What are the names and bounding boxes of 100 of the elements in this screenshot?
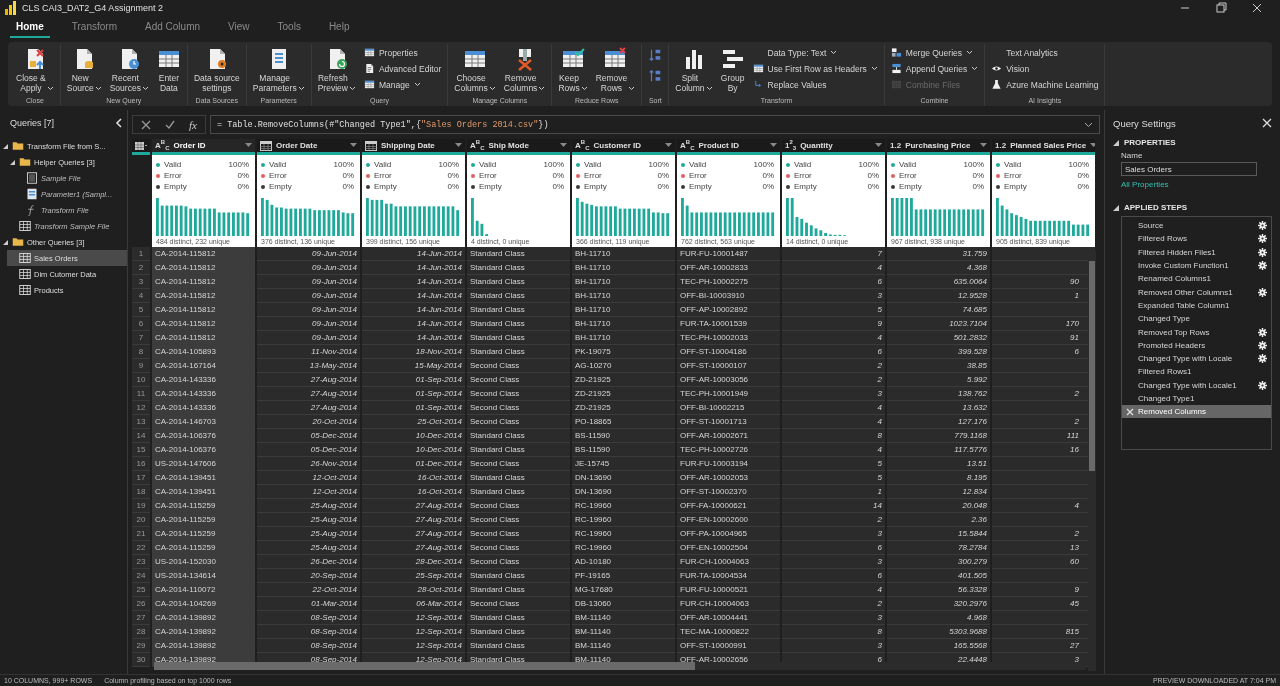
table-cell: 3	[782, 555, 885, 569]
ribbon-button[interactable]: Remove Columns	[500, 46, 549, 94]
table-cell: FUR-CH-10004063	[677, 597, 780, 611]
ribbon-button[interactable]: Azure Machine Learning	[991, 78, 1099, 91]
column-header[interactable]: A$^{B}$$_{C}$ Product ID	[677, 139, 780, 155]
table-icon	[19, 252, 31, 264]
commit-button[interactable]	[165, 119, 175, 130]
ribbon-button[interactable]: Manage Parameters	[249, 46, 308, 94]
table-cell: TEC-MA-10000822	[677, 625, 780, 639]
ribbon-button[interactable]: Data source settings	[190, 46, 243, 94]
table-icon	[19, 284, 31, 296]
table-cell: 138.762	[887, 387, 990, 401]
ribbon-button[interactable]: Data Type: Text	[752, 46, 878, 59]
ribbon-button[interactable]: Text Analytics	[991, 46, 1099, 59]
stat-label: Valid	[269, 160, 288, 169]
ribbon-button[interactable]: Vision	[991, 62, 1099, 75]
column-header[interactable]: 1.2 Planned Sales Price	[992, 139, 1095, 155]
ribbon-button[interactable]: Enter Data	[153, 46, 184, 94]
vertical-scrollbar[interactable]	[1088, 251, 1096, 671]
table-cell: 3	[782, 639, 885, 653]
table-cell: CA-2014-115812	[152, 247, 255, 261]
table-cell: Second Class	[467, 541, 570, 555]
table-cell: 13.51	[887, 457, 990, 471]
ribbon-button[interactable]: Merge Queries	[890, 46, 979, 59]
column-header[interactable]: A$^{B}$$_{C}$ Order ID	[152, 139, 255, 155]
insert-function-button[interactable]: fx	[189, 118, 197, 131]
applied-step[interactable]: Filtered Rows	[1122, 232, 1271, 246]
table-icon	[363, 47, 375, 58]
table-cell: Second Class	[467, 555, 570, 569]
formula-field[interactable]: = Table.RemoveColumns(#"Changed Type1",{"Sales Orders 2014.csv"})	[209, 115, 1100, 134]
collapse-button[interactable]	[115, 118, 123, 128]
folder-icon	[12, 140, 24, 152]
stat-value: 0%	[447, 171, 460, 180]
ribbon-button[interactable]: Manage	[363, 78, 442, 91]
table-cell: 6	[782, 541, 885, 555]
stat-value: 0%	[972, 171, 985, 180]
table-cell: MG-17680	[572, 583, 675, 597]
ribbon-button[interactable]: Refresh Preview	[314, 46, 359, 94]
applied-step[interactable]: Promoted Headers	[1122, 338, 1271, 352]
ribbon-tab[interactable]: Add Column	[139, 18, 207, 38]
applied-step[interactable]: Changed Type	[1122, 312, 1271, 326]
table-icon	[135, 140, 147, 151]
table-cell: Standard Class	[467, 275, 570, 289]
column-header[interactable]: Shipping Date	[362, 139, 465, 155]
ribbon-button[interactable]: Split Column	[672, 46, 716, 94]
table-cell: 4	[782, 443, 885, 457]
cancel-button[interactable]	[141, 119, 151, 130]
ribbon-tab[interactable]: View	[222, 18, 256, 38]
table-cell: 9	[782, 317, 885, 331]
column-header[interactable]: A$^{B}$$_{C}$ Customer ID	[572, 139, 675, 155]
applied-step[interactable]: Invoke Custom Function1	[1122, 258, 1271, 273]
ribbon-button[interactable]: Close & Apply	[13, 46, 57, 94]
ribbon-button[interactable]: Use First Row as Headers	[752, 62, 878, 75]
table-cell: 401.505	[887, 569, 990, 583]
applied-step[interactable]: Changed Type with Locale	[1122, 351, 1271, 366]
horizontal-scrollbar[interactable]	[154, 662, 1086, 670]
column-header[interactable]: 1$^{2}$$_{3}$ Quantity	[782, 139, 885, 155]
ribbon-button[interactable]: New Source	[63, 46, 105, 94]
all-properties-link[interactable]: All Properties	[1121, 180, 1169, 189]
delete-icon	[1126, 407, 1134, 416]
ribbon-button[interactable]: Properties	[363, 46, 442, 59]
ribbon-button[interactable]: Group By	[717, 46, 748, 94]
ribbon-button[interactable]: Keep Rows	[555, 46, 591, 94]
ribbon-button[interactable]: Replace Values	[752, 78, 878, 91]
name-field[interactable]: Sales Orders	[1121, 162, 1257, 176]
applied-step[interactable]: Renamed Columns1	[1122, 272, 1271, 286]
applied-step[interactable]: Changed Type1	[1122, 391, 1271, 406]
applied-step[interactable]: Removed Top Rows	[1122, 325, 1271, 339]
row-number: 13	[132, 415, 150, 429]
applied-step[interactable]: Filtered Rows1	[1122, 365, 1271, 379]
ribbon-button[interactable]: Remove Rows	[592, 46, 639, 94]
applied-step[interactable]: Removed Columns	[1122, 405, 1271, 419]
column-header[interactable]: A$^{B}$$_{C}$ Ship Mode	[467, 139, 570, 155]
close-button[interactable]	[1262, 118, 1272, 128]
table-cell: 14-Jun-2014	[362, 261, 465, 275]
ribbon-button[interactable]: Choose Columns	[451, 46, 499, 94]
table-menu-button[interactable]	[132, 139, 150, 155]
table-cell: OFF-BI-10002215	[677, 401, 780, 415]
ribbon-tab[interactable]: Tools	[271, 18, 307, 38]
applied-step[interactable]: Removed Other Columns1	[1122, 285, 1271, 299]
applied-step[interactable]: Expanded Table Column1	[1122, 298, 1271, 313]
table-cell: 14-Jun-2014	[362, 275, 465, 289]
row-number: 1	[132, 247, 150, 261]
restore-button[interactable]	[1214, 2, 1228, 14]
ribbon-tab[interactable]: Help	[322, 18, 356, 38]
applied-step[interactable]: Changed Type with Locale1	[1122, 378, 1271, 392]
table-cell: OFF-EN-10002504	[677, 541, 780, 555]
ribbon-tab[interactable]: Home	[10, 18, 50, 38]
ribbon-button[interactable]: Advanced Editor	[363, 62, 442, 75]
dropdown-icon	[980, 143, 987, 148]
ribbon-button[interactable]: Append Queries	[890, 62, 979, 75]
column-header[interactable]: 1.2 Purchasing Price	[887, 139, 990, 155]
applied-step[interactable]: Source	[1122, 219, 1271, 233]
ribbon-tab[interactable]: Transform	[65, 18, 123, 38]
applied-step[interactable]: Filtered Hidden Files1	[1122, 245, 1271, 259]
stat-label: Valid	[584, 160, 603, 169]
table-cell: CA-2014-115812	[152, 303, 255, 317]
ribbon-button[interactable]: Recent Sources	[106, 46, 152, 94]
close-button[interactable]	[1250, 2, 1264, 14]
column-header[interactable]: Order Date	[257, 139, 360, 155]
